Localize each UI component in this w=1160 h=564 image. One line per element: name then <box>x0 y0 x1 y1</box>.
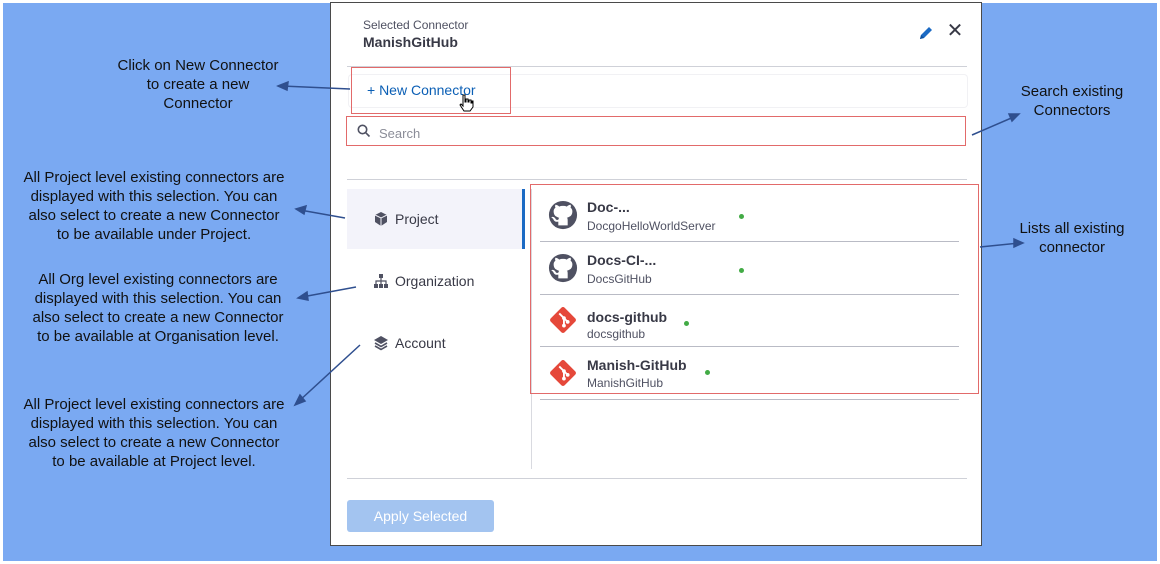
annotation-project-level: All Project level existing connectors ar… <box>23 169 285 243</box>
connector-identifier: DocsGitHub <box>587 272 652 286</box>
tab-project[interactable]: Project <box>347 189 525 249</box>
git-icon <box>550 307 576 333</box>
tab-account[interactable]: Account <box>347 313 523 373</box>
tab-organization[interactable]: Organization <box>347 251 523 311</box>
hand-cursor-icon <box>459 94 474 112</box>
tab-project-label: Project <box>395 211 439 227</box>
git-icon <box>550 360 576 386</box>
tab-organization-label: Organization <box>395 273 475 289</box>
connector-select-dialog: Selected Connector ManishGitHub ✕ + New … <box>331 3 981 545</box>
github-icon <box>548 253 578 283</box>
status-dot <box>684 321 689 326</box>
connector-item[interactable]: Doc-... DocgoHelloWorldServer <box>540 190 960 242</box>
github-icon <box>548 200 578 230</box>
list-separator <box>540 241 959 242</box>
list-separator <box>540 399 959 400</box>
close-button[interactable]: ✕ <box>944 20 966 42</box>
connector-name: Docs-CI-... <box>587 252 657 268</box>
tab-account-label: Account <box>395 335 446 351</box>
selected-connector-name: ManishGitHub <box>363 34 458 50</box>
annotation-search: Search existing Connectors <box>1020 83 1124 119</box>
connector-identifier: DocgoHelloWorldServer <box>587 219 716 233</box>
status-dot <box>739 214 744 219</box>
connector-item[interactable]: Manish-GitHub ManishGitHub <box>540 348 960 400</box>
annotation-org-level: All Org level existing connectors are di… <box>32 271 284 345</box>
apply-selected-button[interactable]: Apply Selected <box>347 500 494 532</box>
cube-icon <box>374 212 388 226</box>
status-dot <box>739 268 744 273</box>
annotation-list: Lists all existing connector <box>1019 220 1125 256</box>
pencil-icon <box>920 27 932 39</box>
annotation-new-connector: Click on New Connector to create a new C… <box>117 57 279 112</box>
filter-divider <box>347 179 967 180</box>
close-icon: ✕ <box>946 20 964 42</box>
connector-identifier: ManishGitHub <box>587 376 664 390</box>
connector-name: Manish-GitHub <box>587 357 687 373</box>
org-tree-icon <box>374 274 388 288</box>
footer-divider <box>347 478 967 479</box>
connector-item[interactable]: Docs-CI-... DocsGitHub <box>540 243 960 295</box>
search-icon <box>357 124 371 138</box>
selected-connector-label: Selected Connector <box>363 18 469 32</box>
edit-button[interactable] <box>916 23 936 43</box>
status-dot <box>705 370 710 375</box>
annotation-account-level: All Project level existing connectors ar… <box>23 396 285 470</box>
connector-identifier: docsgithub <box>587 327 646 341</box>
connector-item[interactable]: docs-github docsgithub <box>540 295 960 347</box>
connector-name: docs-github <box>587 309 668 325</box>
tabs-divider <box>531 189 532 469</box>
layers-icon <box>374 336 388 351</box>
header-divider <box>347 66 967 67</box>
list-separator <box>540 346 959 347</box>
search-box <box>349 119 963 146</box>
search-input[interactable] <box>377 122 951 144</box>
connector-name: Doc-... <box>587 199 630 215</box>
